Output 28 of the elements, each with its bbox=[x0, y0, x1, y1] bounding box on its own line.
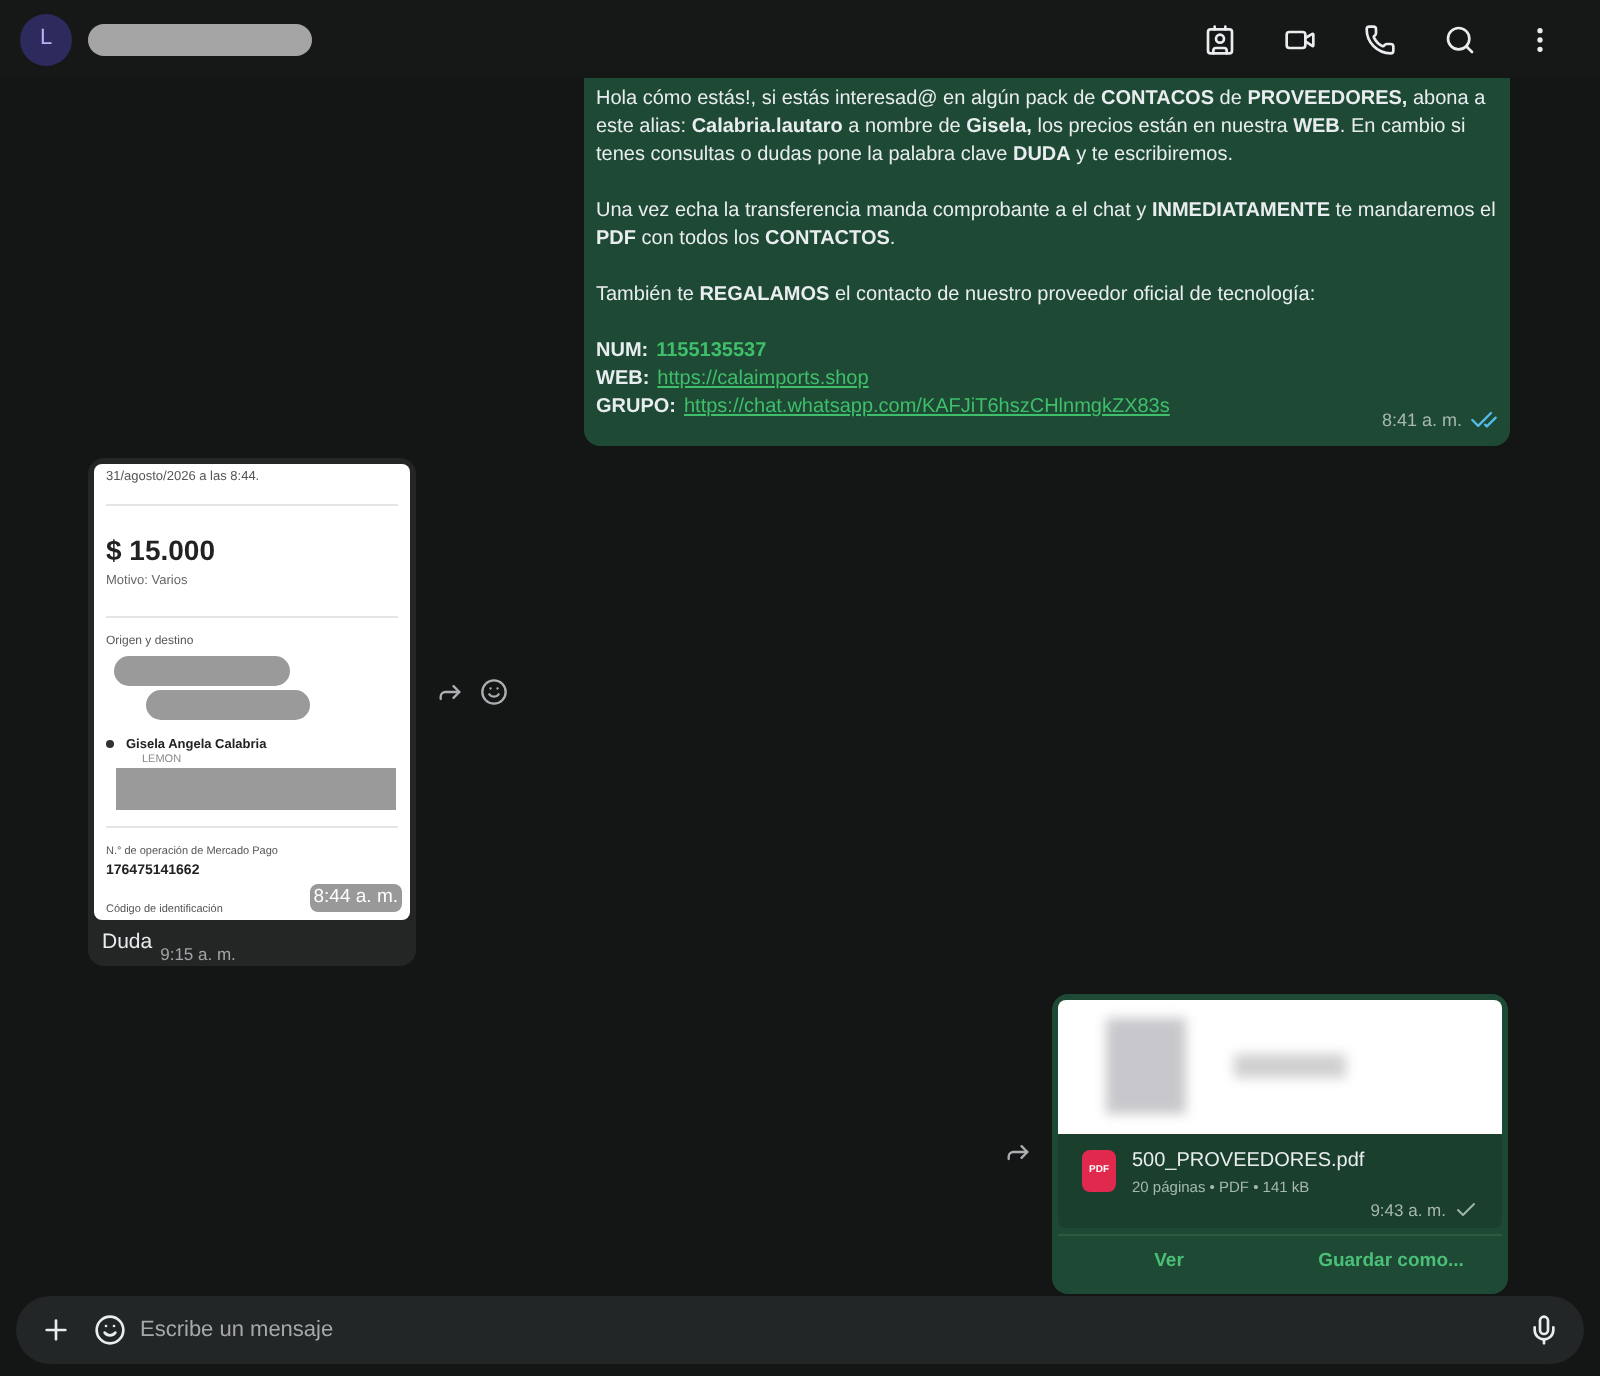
contact-card-icon[interactable] bbox=[1204, 23, 1236, 55]
image-time: 8:44 a. m. bbox=[309, 883, 402, 912]
message-input-field[interactable]: Escribe un mensaje bbox=[16, 1296, 1584, 1364]
contact-label: GRUPO: bbox=[596, 394, 676, 422]
message-paragraph: También te REGALAMOS el contacto de nuestro proveedor oficial de tecnología: bbox=[596, 282, 1318, 310]
message-paragraph: Una vez echa la transferencia manda comprobante a el chat y INMEDIATAMENTE te mandaremos el PDF con todos los CONTACTOS. bbox=[596, 198, 1498, 254]
microphone-icon[interactable] bbox=[1528, 1314, 1560, 1346]
message-time: 9:15 a. m. bbox=[160, 942, 236, 968]
plus-icon[interactable] bbox=[40, 1314, 72, 1346]
message-paragraph: Hola cómo estás!, si estás interesad@ en algún pack de CONTACOS de PROVEEDORES, abona a este alias: Calabria.lautaro a nombre de Gisela, los precios están en nuestra WEB. En cambio si tenes consultas o dudas pone la palabra clave DUDA y te escribiremos. bbox=[596, 86, 1488, 170]
message-time: 8:41 a. m. bbox=[1381, 408, 1462, 434]
link[interactable]: https://chat.whatsapp.com/KAFJiT6hszCHlnmgkZX83s bbox=[684, 394, 1170, 422]
contact-label: WEB: bbox=[596, 366, 650, 394]
document-action-button[interactable]: Guardar como... bbox=[1280, 1235, 1502, 1288]
search-icon[interactable] bbox=[1444, 23, 1476, 55]
bullet-icon bbox=[106, 740, 114, 749]
contact-label: NUM: bbox=[596, 338, 649, 366]
phone-icon[interactable] bbox=[1364, 23, 1396, 55]
phone-number[interactable]: 1155135537 bbox=[656, 338, 767, 366]
receipt-amount: $ 15.000 bbox=[106, 531, 217, 570]
link[interactable]: https://calaimports.shop bbox=[657, 366, 869, 394]
message-text: Duda bbox=[102, 928, 153, 958]
message-time: 9:43 a. m. bbox=[1370, 1198, 1446, 1224]
document-action-button[interactable]: Ver bbox=[1058, 1235, 1280, 1288]
avatar[interactable]: L bbox=[20, 13, 72, 65]
file-name: 500_PROVEEDORES.pdf bbox=[1132, 1147, 1365, 1176]
emoji-icon[interactable] bbox=[480, 677, 508, 706]
sticker-icon[interactable] bbox=[94, 1314, 126, 1346]
